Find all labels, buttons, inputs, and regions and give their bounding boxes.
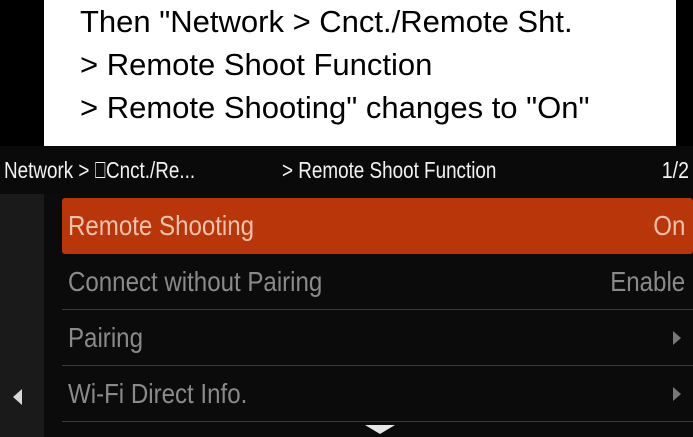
instruction-panel: Then "Network > Cnct./Remote Sht. > Remo… xyxy=(44,0,676,146)
menu-item-connect-without-pairing[interactable]: Connect without Pairing Enable xyxy=(62,254,693,310)
instruction-line-2: > Remote Shoot Function xyxy=(80,47,433,82)
menu-header: Network > ⎕Cnct./Re... > Remote Shoot Fu… xyxy=(0,146,693,194)
menu-item-pairing[interactable]: Pairing xyxy=(62,310,693,366)
menu-item-wifi-direct-info[interactable]: Wi-Fi Direct Info. xyxy=(62,366,693,422)
menu-body: Remote Shooting On Connect without Pairi… xyxy=(0,194,693,437)
breadcrumb-network: Network > ⎕Cnct./Re... xyxy=(4,157,196,183)
instruction-line-3: > Remote Shooting" changes to "On" xyxy=(80,90,590,125)
menu-list: Remote Shooting On Connect without Pairi… xyxy=(62,198,693,422)
menu-item-value: On xyxy=(652,210,685,241)
breadcrumb-remote-shoot-function: > Remote Shoot Function xyxy=(282,157,497,183)
menu-item-label: Remote Shooting xyxy=(68,210,255,241)
instruction-left-border xyxy=(0,0,44,146)
chevron-right-icon xyxy=(673,387,681,401)
menu-item-label: Pairing xyxy=(68,322,143,353)
menu-item-label: Wi-Fi Direct Info. xyxy=(68,378,248,409)
instruction-line-1: Then "Network > Cnct./Remote Sht. xyxy=(80,4,573,39)
menu-item-value: Enable xyxy=(610,266,685,297)
instruction-right-border xyxy=(676,0,693,146)
menu-item-label: Connect without Pairing xyxy=(68,266,323,297)
chevron-right-icon xyxy=(673,331,681,345)
page-indicator: 1/2 xyxy=(661,157,689,183)
side-column xyxy=(0,194,44,437)
menu-item-remote-shooting[interactable]: Remote Shooting On xyxy=(62,198,693,254)
triangle-left-icon[interactable] xyxy=(13,389,22,405)
triangle-down-icon[interactable] xyxy=(365,425,395,434)
